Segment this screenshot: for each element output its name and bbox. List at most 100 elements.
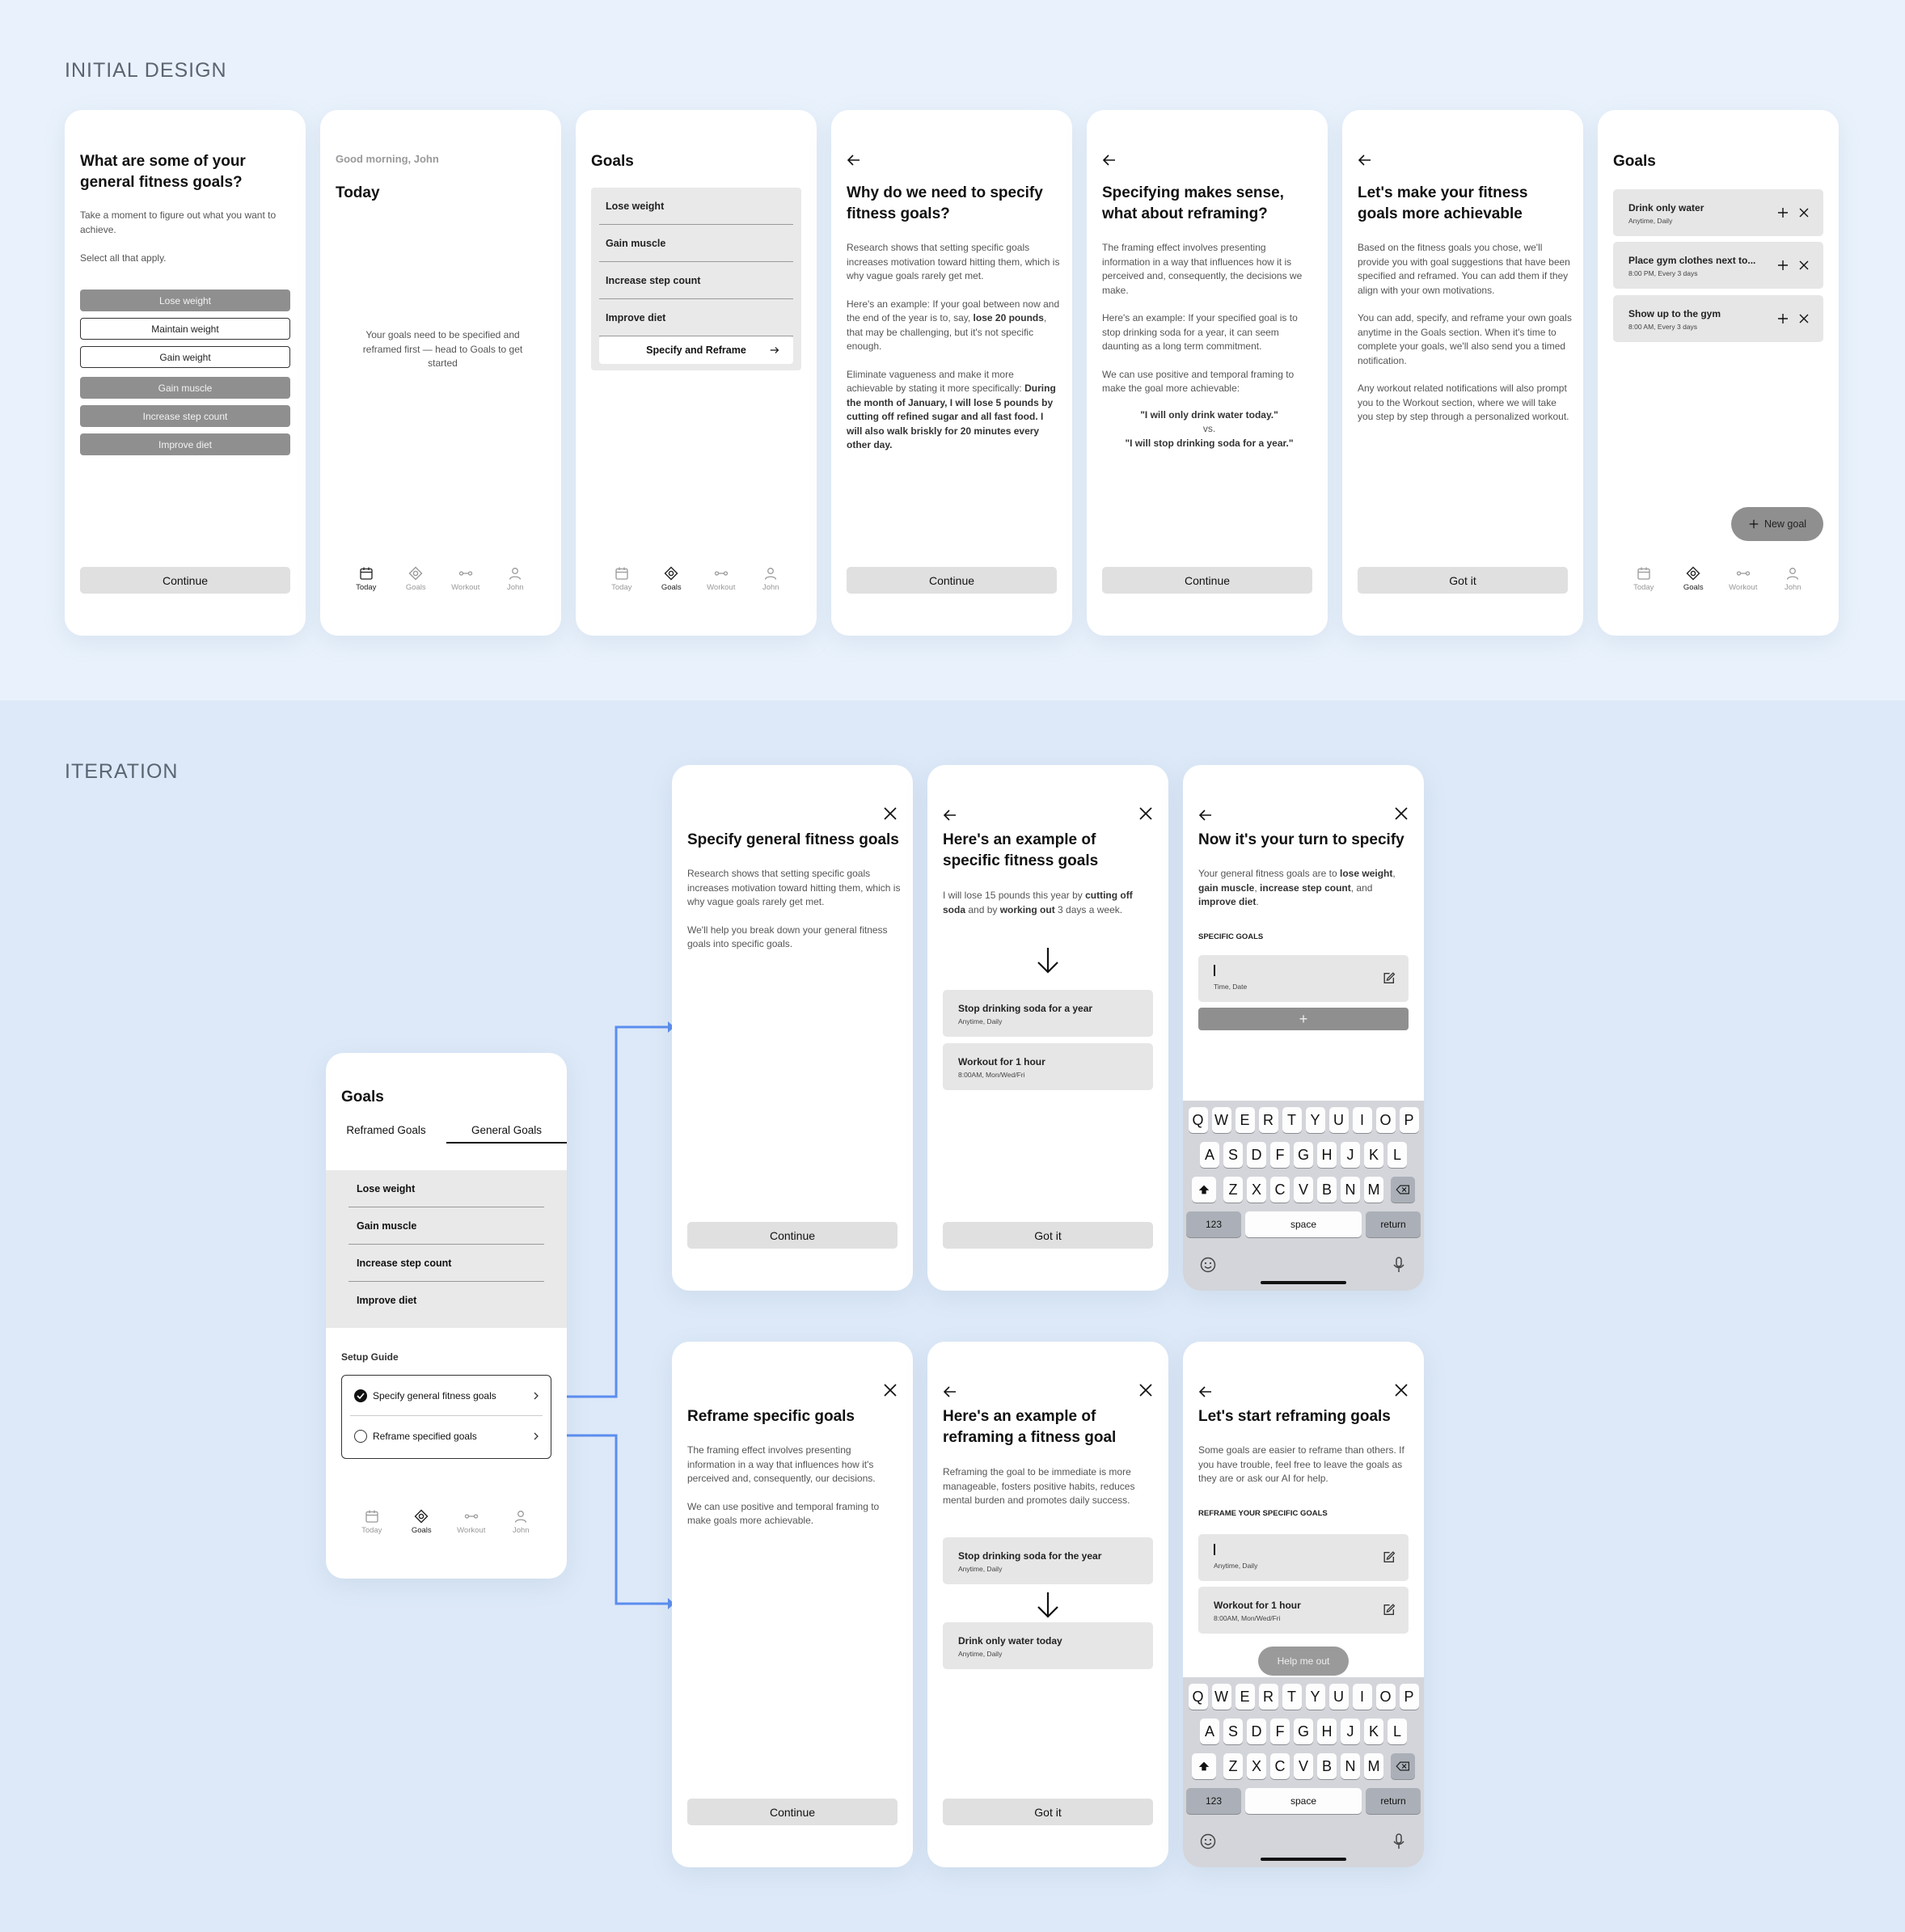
key[interactable]: U — [1328, 1684, 1349, 1710]
key[interactable]: E — [1235, 1107, 1255, 1133]
specify-and-reframe-button[interactable]: Specify and Reframe — [599, 336, 793, 364]
key[interactable]: T — [1282, 1684, 1302, 1710]
backspace-key[interactable] — [1391, 1753, 1415, 1779]
key[interactable]: S — [1223, 1719, 1243, 1744]
tab-profile[interactable]: John — [750, 566, 791, 594]
key[interactable]: M — [1364, 1177, 1383, 1203]
key[interactable]: A — [1200, 1719, 1219, 1744]
list-item[interactable]: Improve diet — [599, 299, 793, 336]
option-increase-step-count[interactable]: Increase step count — [80, 405, 290, 427]
key[interactable]: B — [1317, 1753, 1337, 1779]
key[interactable]: J — [1341, 1142, 1360, 1168]
list-item[interactable]: Gain muscle — [348, 1207, 544, 1245]
edit-icon[interactable] — [1382, 1603, 1396, 1617]
key[interactable]: F — [1270, 1719, 1290, 1744]
key[interactable]: M — [1364, 1753, 1383, 1779]
tab-profile[interactable]: John — [495, 566, 535, 594]
key[interactable]: I — [1352, 1684, 1372, 1710]
list-item[interactable]: Increase step count — [599, 262, 793, 299]
key[interactable]: X — [1247, 1177, 1266, 1203]
help-me-out-button[interactable]: Help me out — [1258, 1647, 1349, 1676]
key[interactable]: Q — [1188, 1684, 1208, 1710]
key[interactable]: W — [1211, 1107, 1231, 1133]
continue-button[interactable]: Continue — [80, 567, 290, 594]
back-arrow-icon[interactable] — [1197, 806, 1214, 824]
guide-step-specify[interactable]: Specify general fitness goals — [350, 1376, 543, 1416]
list-item[interactable]: Lose weight — [599, 188, 793, 225]
continue-button[interactable]: Continue — [687, 1222, 898, 1249]
option-lose-weight[interactable]: Lose weight — [80, 290, 290, 311]
key[interactable]: T — [1282, 1107, 1302, 1133]
key[interactable]: H — [1317, 1719, 1337, 1744]
return-key[interactable]: return — [1366, 1211, 1421, 1237]
goal-card[interactable]: Drink only water Anytime, Daily — [1613, 189, 1823, 236]
option-gain-muscle[interactable]: Gain muscle — [80, 377, 290, 399]
key[interactable]: A — [1200, 1142, 1219, 1168]
tab-workout[interactable]: Workout — [701, 566, 741, 594]
key[interactable]: R — [1258, 1684, 1278, 1710]
key[interactable]: U — [1328, 1107, 1349, 1133]
got-it-button[interactable]: Got it — [943, 1222, 1153, 1249]
continue-button[interactable]: Continue — [1102, 567, 1312, 594]
plus-icon[interactable] — [1776, 312, 1789, 325]
continue-button[interactable]: Continue — [847, 567, 1057, 594]
specific-goal-input[interactable]: Time, Date — [1198, 955, 1409, 1002]
key[interactable]: I — [1352, 1107, 1372, 1133]
key[interactable]: S — [1223, 1142, 1243, 1168]
plus-icon[interactable] — [1776, 206, 1789, 219]
back-arrow-icon[interactable] — [941, 1383, 959, 1401]
key[interactable]: H — [1317, 1142, 1337, 1168]
key[interactable]: N — [1341, 1177, 1360, 1203]
tab-today[interactable]: Today — [602, 566, 642, 594]
close-icon[interactable] — [1797, 259, 1810, 272]
guide-step-reframe[interactable]: Reframe specified goals — [350, 1416, 543, 1456]
tab-goals[interactable]: Goals — [1673, 566, 1713, 594]
key[interactable]: L — [1388, 1719, 1407, 1744]
plus-icon[interactable] — [1776, 259, 1789, 272]
key[interactable]: L — [1388, 1142, 1407, 1168]
list-item[interactable]: Increase step count — [348, 1245, 544, 1282]
tab-workout[interactable]: Workout — [1723, 566, 1763, 594]
close-icon[interactable] — [1797, 312, 1810, 325]
space-key[interactable]: space — [1245, 1788, 1362, 1814]
key[interactable]: P — [1399, 1684, 1419, 1710]
key[interactable]: D — [1247, 1719, 1266, 1744]
backspace-key[interactable] — [1391, 1177, 1415, 1203]
close-icon[interactable] — [1392, 804, 1411, 823]
key[interactable]: V — [1294, 1177, 1313, 1203]
space-key[interactable]: space — [1245, 1211, 1362, 1237]
microphone-icon[interactable] — [1390, 1833, 1408, 1850]
key[interactable]: E — [1235, 1684, 1255, 1710]
key[interactable]: G — [1294, 1719, 1313, 1744]
tab-general-goals[interactable]: General Goals — [446, 1124, 567, 1144]
tab-today[interactable]: Today — [346, 566, 386, 594]
got-it-button[interactable]: Got it — [943, 1799, 1153, 1825]
goal-card[interactable]: Place gym clothes next to... 8:00 PM, Ev… — [1613, 242, 1823, 289]
numbers-key[interactable]: 123 — [1186, 1788, 1241, 1814]
key[interactable]: B — [1317, 1177, 1337, 1203]
option-gain-weight[interactable]: Gain weight — [80, 346, 290, 368]
tab-goals[interactable]: Goals — [395, 566, 436, 594]
back-arrow-icon[interactable] — [1356, 151, 1374, 169]
continue-button[interactable]: Continue — [687, 1799, 898, 1825]
tab-workout[interactable]: Workout — [451, 1509, 492, 1537]
back-arrow-icon[interactable] — [1197, 1383, 1214, 1401]
key[interactable]: O — [1375, 1684, 1396, 1710]
back-arrow-icon[interactable] — [845, 151, 863, 169]
emoji-icon[interactable] — [1199, 1833, 1217, 1850]
key[interactable]: Z — [1223, 1753, 1243, 1779]
back-arrow-icon[interactable] — [1100, 151, 1118, 169]
close-icon[interactable] — [1392, 1380, 1411, 1400]
tab-reframed-goals[interactable]: Reframed Goals — [326, 1124, 446, 1136]
edit-icon[interactable] — [1382, 971, 1396, 985]
close-icon[interactable] — [881, 1380, 900, 1400]
key[interactable]: Z — [1223, 1177, 1243, 1203]
key[interactable]: W — [1211, 1684, 1231, 1710]
shift-key[interactable] — [1192, 1753, 1216, 1779]
list-item[interactable]: Lose weight — [348, 1170, 544, 1207]
key[interactable]: X — [1247, 1753, 1266, 1779]
close-icon[interactable] — [1797, 206, 1810, 219]
back-arrow-icon[interactable] — [941, 806, 959, 824]
key[interactable]: O — [1375, 1107, 1396, 1133]
tab-goals[interactable]: Goals — [651, 566, 691, 594]
